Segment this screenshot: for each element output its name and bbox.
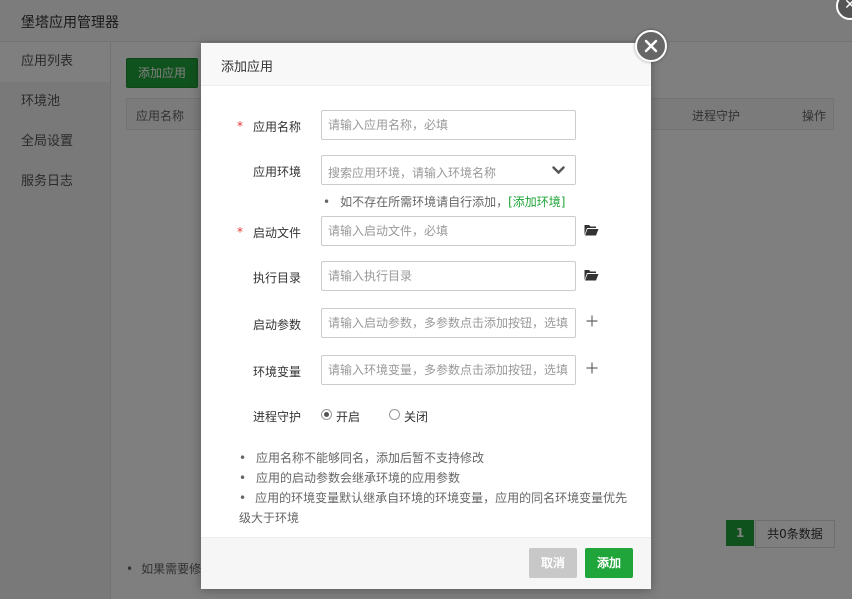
required-mark: * (237, 119, 243, 133)
add-env-link[interactable]: [添加环境] (508, 195, 565, 209)
add-app-dialog: 添加应用 * 应用名称 应用环境 搜索应用环境，请输入环境名称 •如不存在所需环… (201, 30, 667, 589)
row-app-env: 应用环境 搜索应用环境，请输入环境名称 (201, 155, 651, 185)
dialog-header: 添加应用 (201, 43, 651, 86)
label-start-args: 启动参数 (253, 318, 302, 332)
note-item: • 应用的环境变量默认继承自环境的环境变量，应用的同名环境变量优先级大于环境 (239, 491, 628, 525)
row-exec-dir: 执行目录 (201, 261, 651, 291)
label-exec-dir: 执行目录 (253, 271, 302, 285)
daemon-on-label[interactable]: 开启 (336, 408, 360, 425)
required-mark: * (237, 225, 243, 239)
confirm-add-button[interactable]: 添加 (585, 548, 633, 578)
row-daemon: 进程守护 开启 关闭 (201, 405, 651, 425)
env-vars-input[interactable] (321, 355, 576, 385)
app-env-select[interactable]: 搜索应用环境，请输入环境名称 (321, 155, 576, 185)
note-item: • 应用名称不能够同名，添加后暂不支持修改 (239, 451, 485, 465)
note-item: • 应用的启动参数会继承环境的应用参数 (239, 471, 461, 485)
row-env-vars: 环境变量 (201, 355, 651, 385)
daemon-off-radio[interactable] (389, 409, 400, 420)
dialog-footer: 取消 添加 (201, 537, 651, 589)
row-start-args: 启动参数 (201, 308, 651, 338)
daemon-on-radio[interactable] (321, 409, 332, 420)
daemon-off-label[interactable]: 关闭 (404, 408, 428, 425)
exec-dir-input[interactable] (321, 261, 576, 291)
label-env-vars: 环境变量 (253, 365, 302, 379)
row-start-file: * 启动文件 (201, 216, 651, 246)
label-daemon: 进程守护 (253, 410, 302, 424)
env-hint-text: 如不存在所需环境请自行添加， (340, 195, 509, 209)
app-env-placeholder: 搜索应用环境，请输入环境名称 (328, 166, 497, 180)
start-file-input[interactable] (321, 216, 576, 246)
chevron-down-icon (552, 166, 565, 175)
folder-open-icon[interactable] (584, 224, 599, 236)
plus-icon[interactable] (586, 315, 598, 327)
notes-list: • 应用名称不能够同名，添加后暂不支持修改 • 应用的启动参数会继承环境的应用参数 … (239, 448, 639, 528)
folder-open-icon[interactable] (584, 269, 599, 281)
dialog-title: 添加应用 (221, 60, 274, 75)
plus-icon[interactable] (586, 362, 598, 374)
label-app-env: 应用环境 (253, 165, 302, 179)
env-hint: • 如不存在所需环境请自行添加，[添加环境] (323, 195, 566, 209)
label-app-name: 应用名称 (253, 120, 302, 134)
start-args-input[interactable] (321, 308, 576, 338)
label-start-file: 启动文件 (253, 226, 302, 240)
app-name-input[interactable] (321, 110, 576, 140)
cancel-button[interactable]: 取消 (529, 548, 577, 578)
close-icon[interactable] (635, 30, 667, 62)
row-app-name: * 应用名称 (201, 110, 651, 140)
